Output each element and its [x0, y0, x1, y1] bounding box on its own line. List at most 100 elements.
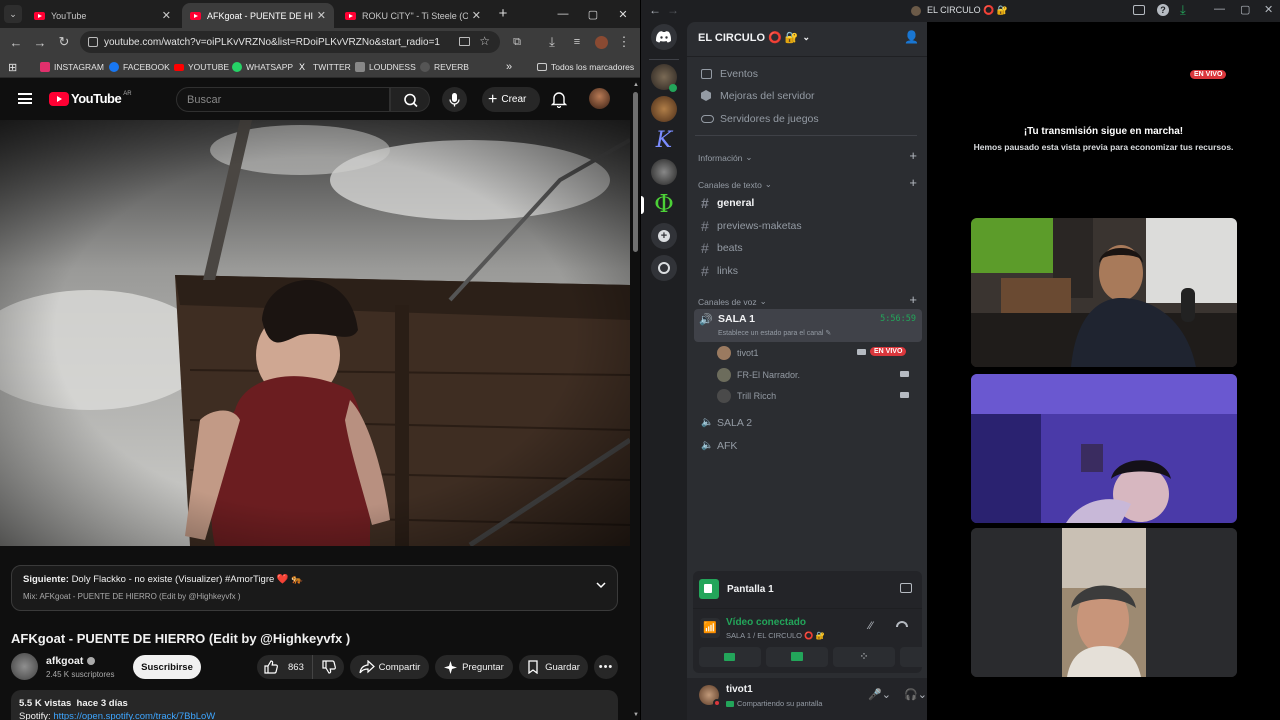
screen-share-button[interactable]	[766, 647, 828, 667]
tab-roku-city[interactable]: ROKU CiTY" - Ti Steele (Officia ✕	[337, 3, 489, 28]
bookmark-reverb[interactable]: REVERB	[420, 59, 469, 75]
close-window-button[interactable]: ✕	[1264, 3, 1273, 16]
tab-search-button[interactable]: ⌄	[4, 5, 22, 23]
discord-home-button[interactable]	[651, 24, 677, 50]
video-tile-1[interactable]	[971, 218, 1237, 367]
save-button[interactable]: Guardar	[519, 655, 588, 679]
site-info-icon[interactable]	[88, 37, 98, 47]
channel-avatar[interactable]	[11, 653, 38, 680]
minimize-button[interactable]: —	[1214, 3, 1225, 15]
ask-button[interactable]: Preguntar	[435, 655, 513, 679]
category-info[interactable]: Información ⌄	[698, 152, 753, 163]
back-arrow-icon[interactable]: ←	[649, 3, 661, 17]
server-icon-phi[interactable]: Φ	[651, 191, 677, 217]
category-text-channels[interactable]: Canales de texto ⌄	[698, 179, 772, 190]
up-next-panel[interactable]: Siguiente: Doly Flackko - no existe (Vis…	[11, 565, 618, 611]
screen-share-status-icon[interactable]	[1133, 5, 1145, 15]
help-icon[interactable]: ?	[1157, 4, 1169, 16]
forward-arrow-icon[interactable]: →	[667, 3, 679, 17]
scrollbar-thumb[interactable]	[633, 92, 638, 252]
chrome-menu-icon[interactable]: ⋮	[612, 28, 636, 56]
menu-server-boost[interactable]: Mejoras del servidor	[695, 85, 917, 106]
stop-stream-icon[interactable]	[900, 583, 912, 593]
account-avatar[interactable]	[589, 88, 610, 109]
server-header[interactable]: EL CIRCULO ⭕ 🔐 ⌄	[698, 31, 810, 44]
add-server-button[interactable]: +	[651, 223, 677, 249]
add-channel-icon[interactable]: +	[909, 292, 917, 307]
tab-youtube[interactable]: YouTube ✕	[26, 3, 179, 28]
voice-channel-sala-2[interactable]: 🔈 SALA 2	[695, 412, 917, 433]
category-voice-channels[interactable]: Canales de voz ⌄	[698, 296, 767, 307]
scroll-up-icon[interactable]: ▲	[633, 82, 639, 88]
maximize-button[interactable]: ▢	[1240, 3, 1250, 16]
search-input[interactable]: Buscar	[176, 87, 390, 112]
bookmark-star-icon[interactable]: ☆	[479, 34, 490, 48]
mute-button[interactable]: 🎤⌄	[868, 688, 891, 701]
channel-links[interactable]: # links	[695, 260, 917, 281]
new-tab-button[interactable]: +	[494, 5, 512, 23]
activities-button[interactable]: ⁘	[833, 647, 895, 667]
more-bookmarks-icon[interactable]: »	[506, 59, 512, 75]
noise-suppression-icon[interactable]: ⁄⁄	[869, 620, 873, 632]
bookmark-twitter[interactable]: X TWITTER	[299, 59, 351, 75]
download-update-icon[interactable]: ⤓	[1180, 2, 1186, 18]
channel-general[interactable]: # general	[695, 192, 917, 213]
add-channel-icon[interactable]: +	[909, 175, 917, 190]
video-player[interactable]	[0, 120, 630, 546]
menu-events[interactable]: Eventos	[695, 63, 917, 84]
voice-channel-afk[interactable]: 🔈 AFK	[695, 435, 917, 456]
close-tab-icon[interactable]: ✕	[162, 9, 171, 22]
youtube-logo[interactable]: YouTube AR	[49, 91, 132, 106]
like-button[interactable]: 863	[257, 655, 312, 679]
camera-toggle-button[interactable]	[699, 647, 761, 667]
channel-name-row[interactable]: afkgoat	[46, 655, 96, 667]
screen-share-header[interactable]: Pantalla 1	[699, 579, 774, 599]
create-button[interactable]: + Crear	[482, 87, 540, 112]
description-link[interactable]: https://open.spotify.com/track/7BbLoW	[53, 711, 215, 720]
bookmark-whatsapp[interactable]: WHATSAPP	[232, 59, 293, 75]
profile-avatar[interactable]	[595, 36, 608, 49]
subscribe-button[interactable]: Suscribirse	[133, 655, 201, 679]
reload-button[interactable]: ↻	[52, 28, 76, 56]
channel-status-prompt[interactable]: Establece un estado para el canal ✎	[718, 329, 831, 337]
channel-beats[interactable]: # beats	[695, 237, 917, 258]
voice-user-tivot1[interactable]: tivot1 EN VIVO	[717, 342, 917, 363]
maximize-button[interactable]: ▢	[578, 0, 608, 28]
bookmark-loudness[interactable]: LOUDNESS	[355, 59, 416, 75]
add-channel-icon[interactable]: +	[909, 148, 917, 163]
close-tab-icon[interactable]: ✕	[472, 9, 481, 22]
invite-people-icon[interactable]: 👤	[904, 30, 919, 44]
hamburger-menu-icon[interactable]	[18, 93, 32, 104]
expand-chevron-icon[interactable]	[594, 578, 608, 592]
page-scrollbar[interactable]: ▲ ▼	[632, 82, 640, 720]
explore-servers-button[interactable]	[651, 255, 677, 281]
all-bookmarks-folder[interactable]: Todos los marcadores	[537, 59, 634, 75]
scroll-down-icon[interactable]: ▼	[633, 712, 639, 718]
voice-channel-sala-1[interactable]: 🔊 SALA 1 5:56:59 Establece un estado par…	[694, 309, 922, 342]
bookmark-youtube[interactable]: YOUTUBE	[174, 59, 229, 75]
more-actions-button[interactable]: •••	[594, 655, 618, 679]
tab-afkgoat[interactable]: AFKgoat - PUENTE DE HIERRO ✕	[182, 3, 334, 28]
close-tab-icon[interactable]: ✕	[317, 9, 326, 22]
apps-icon[interactable]: ⊞	[8, 59, 17, 75]
menu-game-servers[interactable]: Servidores de juegos	[695, 108, 917, 129]
video-tile-3[interactable]	[971, 528, 1237, 677]
video-tile-2[interactable]	[971, 374, 1237, 523]
media-control-icon[interactable]: ≡	[565, 28, 589, 56]
server-icon-4[interactable]	[651, 159, 677, 185]
disconnect-call-icon[interactable]	[896, 621, 908, 627]
voice-search-button[interactable]	[442, 87, 467, 112]
server-icon-2[interactable]	[651, 96, 677, 122]
deafen-button[interactable]: 🎧⌄	[904, 688, 927, 701]
bookmark-facebook[interactable]: FACEBOOK	[109, 59, 170, 75]
share-button[interactable]: Compartir	[350, 655, 429, 679]
search-button[interactable]	[390, 87, 430, 112]
close-window-button[interactable]: ✕	[608, 0, 638, 28]
notifications-button[interactable]	[550, 90, 568, 108]
download-icon[interactable]: ⤓	[540, 28, 564, 56]
back-button[interactable]: ←	[4, 28, 28, 56]
minimize-button[interactable]: —	[548, 0, 578, 28]
address-bar[interactable]: youtube.com/watch?v=oiPLKvVRZNo&list=RDo…	[80, 31, 500, 53]
bookmark-instagram[interactable]: INSTAGRAM	[40, 59, 104, 75]
voice-user-trill-ricch[interactable]: Trill Ricch	[717, 385, 917, 406]
